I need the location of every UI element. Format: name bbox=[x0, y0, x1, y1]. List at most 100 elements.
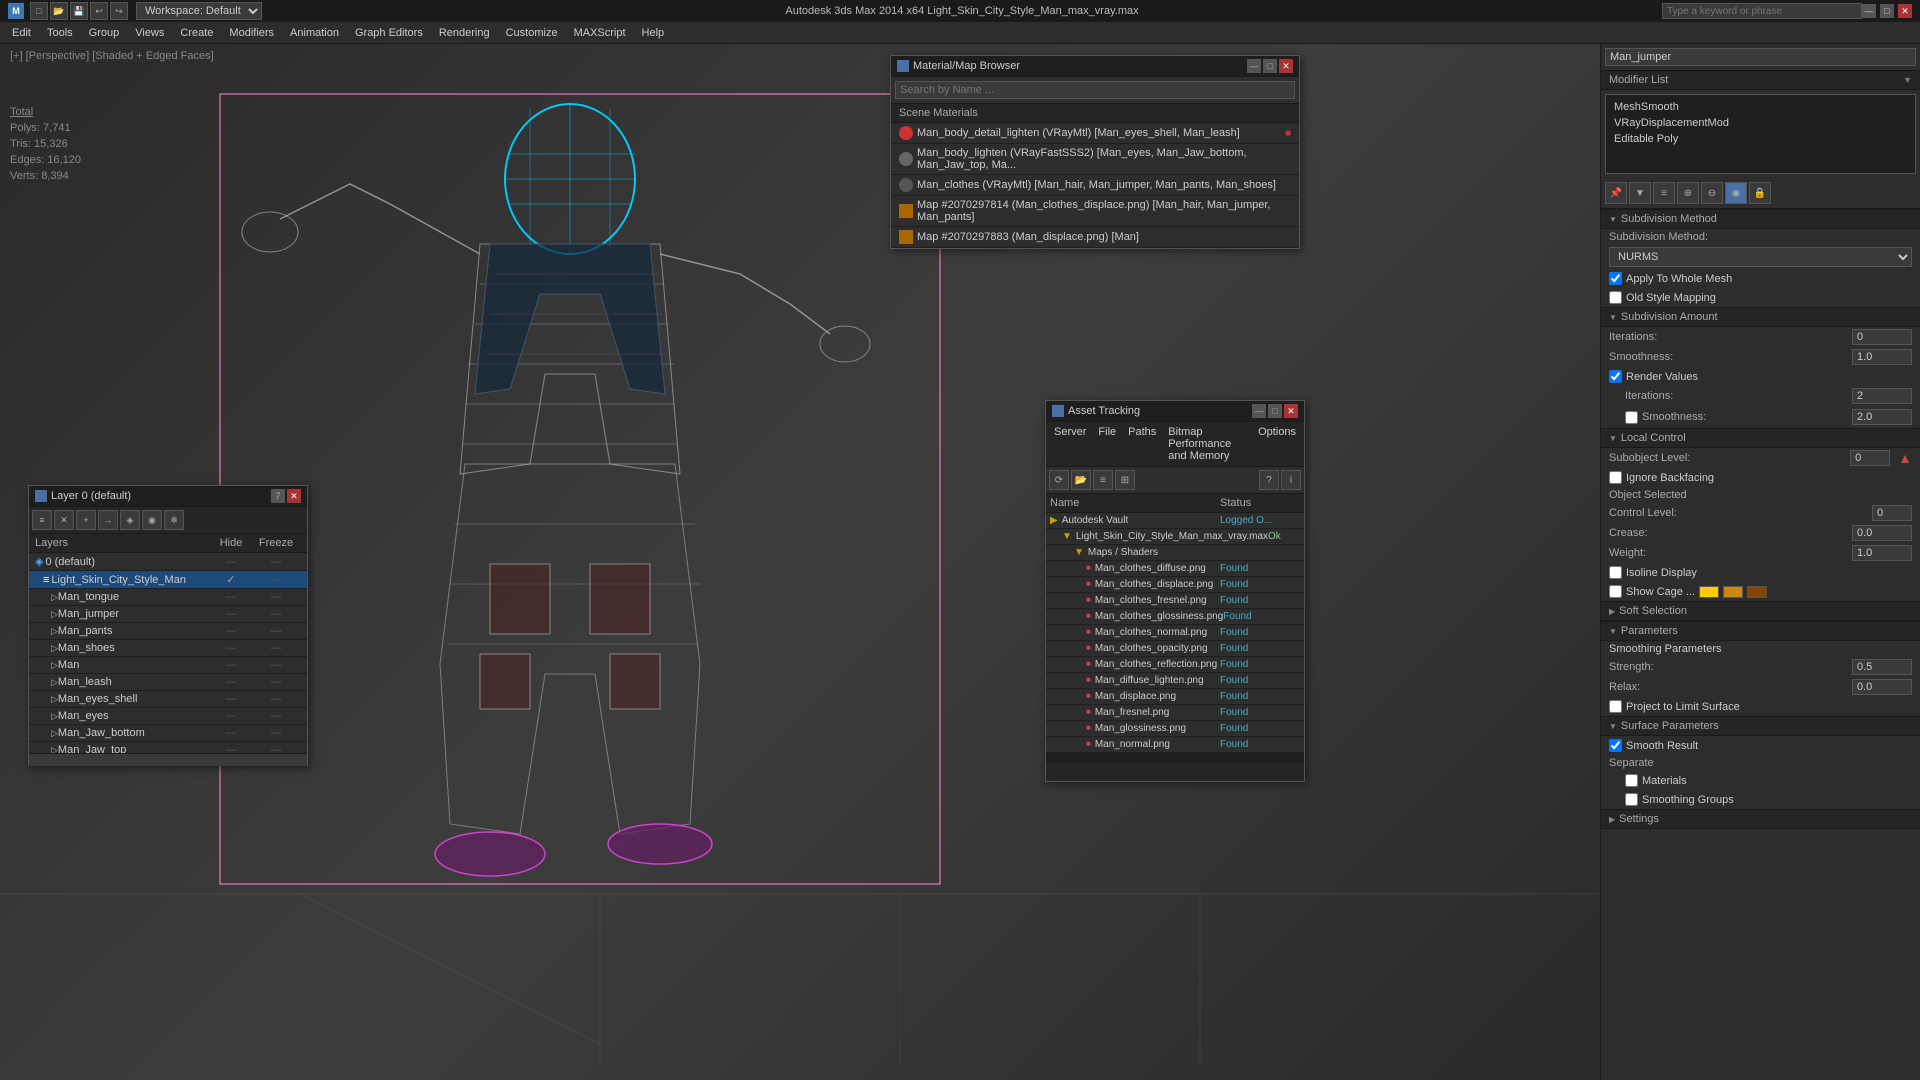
ly-row-4[interactable]: ▷ Man_pants — — bbox=[29, 623, 307, 640]
at-row-img-0[interactable]: ■ Man_clothes_diffuse.png Found bbox=[1046, 561, 1304, 577]
isoline-display-checkbox[interactable] bbox=[1609, 566, 1622, 579]
layers-close[interactable]: ✕ bbox=[287, 489, 301, 503]
ignore-backfacing-checkbox[interactable] bbox=[1609, 471, 1622, 484]
smoothing-groups-checkbox[interactable] bbox=[1625, 793, 1638, 806]
project-limit-checkbox[interactable] bbox=[1609, 700, 1622, 713]
at-row-img-3[interactable]: ■ Man_clothes_glossiness.png Found bbox=[1046, 609, 1304, 625]
modifier-editable-poly[interactable]: Editable Poly bbox=[1610, 131, 1911, 147]
menu-modifiers[interactable]: Modifiers bbox=[221, 25, 282, 41]
menu-views[interactable]: Views bbox=[127, 25, 172, 41]
menu-animation[interactable]: Animation bbox=[282, 25, 347, 41]
ly-row-5[interactable]: ▷ Man_shoes — — bbox=[29, 640, 307, 657]
ly-btn-delete[interactable]: ✕ bbox=[54, 510, 74, 530]
ly-row-11[interactable]: ▷ Man_Jaw_top — — bbox=[29, 742, 307, 753]
ly-btn-select[interactable]: ◈ bbox=[120, 510, 140, 530]
at-row-maxfile[interactable]: ▼ Light_Skin_City_Style_Man_max_vray.max… bbox=[1046, 529, 1304, 545]
menu-tools[interactable]: Tools bbox=[39, 25, 81, 41]
ly-btn-move[interactable]: → bbox=[98, 510, 118, 530]
menu-edit[interactable]: Edit bbox=[4, 25, 39, 41]
mat-item-2[interactable]: Man_clothes (VRayMtl) [Man_hair, Man_jum… bbox=[891, 175, 1299, 196]
at-row-img-9[interactable]: ■ Man_fresnel.png Found bbox=[1046, 705, 1304, 721]
relax-input[interactable] bbox=[1852, 679, 1912, 695]
at-row-vault[interactable]: ▶ Autodesk Vault Logged O... bbox=[1046, 513, 1304, 529]
maximize-btn[interactable]: □ bbox=[1880, 4, 1894, 18]
close-btn[interactable]: ✕ bbox=[1898, 4, 1912, 18]
ly-btn-highlight[interactable]: ◉ bbox=[142, 510, 162, 530]
menu-maxscript[interactable]: MAXScript bbox=[566, 25, 634, 41]
ly-btn-add[interactable]: ≡ bbox=[32, 510, 52, 530]
at-menu-server[interactable]: Server bbox=[1050, 424, 1090, 464]
materials-checkbox[interactable] bbox=[1625, 774, 1638, 787]
at-row-img-5[interactable]: ■ Man_clothes_opacity.png Found bbox=[1046, 641, 1304, 657]
expand-btn[interactable]: ⊕ bbox=[1677, 182, 1699, 204]
funnel-btn[interactable]: ▼ bbox=[1629, 182, 1651, 204]
menu-graph-editors[interactable]: Graph Editors bbox=[347, 25, 431, 41]
at-row-img-11[interactable]: ■ Man_normal.png Found bbox=[1046, 737, 1304, 753]
mat-browser-maximize[interactable]: □ bbox=[1263, 59, 1277, 73]
smoothness-input[interactable] bbox=[1852, 349, 1912, 365]
workspace-dropdown[interactable]: Workspace: Default bbox=[136, 2, 262, 20]
at-row-img-6[interactable]: ■ Man_clothes_reflection.png Found bbox=[1046, 657, 1304, 673]
collapse-btn[interactable]: ⊖ bbox=[1701, 182, 1723, 204]
menu-help[interactable]: Help bbox=[634, 25, 673, 41]
open-btn[interactable]: 📂 bbox=[50, 2, 68, 20]
render-smoothness-input[interactable] bbox=[1852, 409, 1912, 425]
mat-item-3[interactable]: Map #2070297814 (Man_clothes_displace.pn… bbox=[891, 196, 1299, 227]
ly-row-1[interactable]: ≡ Light_Skin_City_Style_Man ✓ — bbox=[29, 571, 307, 589]
at-btn-2[interactable]: 📂 bbox=[1071, 470, 1091, 490]
smooth-result-checkbox[interactable] bbox=[1609, 739, 1622, 752]
show-all-btn[interactable]: ◉ bbox=[1725, 182, 1747, 204]
at-row-img-7[interactable]: ■ Man_diffuse_lighten.png Found bbox=[1046, 673, 1304, 689]
mat-item-0[interactable]: Man_body_detail_lighten (VRayMtl) [Man_e… bbox=[891, 123, 1299, 144]
subobject-up-btn[interactable]: ▲ bbox=[1898, 450, 1912, 466]
at-menu-options[interactable]: Options bbox=[1254, 424, 1300, 464]
ly-btn-new[interactable]: + bbox=[76, 510, 96, 530]
render-iterations-input[interactable] bbox=[1852, 388, 1912, 404]
undo-btn[interactable]: ↩ bbox=[90, 2, 108, 20]
weight-input[interactable] bbox=[1852, 545, 1912, 561]
obj-name-input[interactable] bbox=[1605, 48, 1916, 66]
menu-rendering[interactable]: Rendering bbox=[431, 25, 498, 41]
asset-tracking-close[interactable]: ✕ bbox=[1284, 404, 1298, 418]
at-row-img-1[interactable]: ■ Man_clothes_displace.png Found bbox=[1046, 577, 1304, 593]
redo-btn[interactable]: ↪ bbox=[110, 2, 128, 20]
search-input[interactable] bbox=[1662, 3, 1862, 19]
mat-browser-close[interactable]: ✕ bbox=[1279, 59, 1293, 73]
lock-btn[interactable]: 🔒 bbox=[1749, 182, 1771, 204]
minimize-btn[interactable]: — bbox=[1862, 4, 1876, 18]
asset-tracking-maximize[interactable]: □ bbox=[1268, 404, 1282, 418]
at-btn-help[interactable]: ? bbox=[1259, 470, 1279, 490]
pin-btn[interactable]: 📌 bbox=[1605, 182, 1627, 204]
ly-row-3[interactable]: ▷ Man_jumper — — bbox=[29, 606, 307, 623]
at-menu-file[interactable]: File bbox=[1094, 424, 1120, 464]
modifier-vray-displace[interactable]: VRayDisplacementMod bbox=[1610, 115, 1911, 131]
at-menu-paths[interactable]: Paths bbox=[1124, 424, 1160, 464]
cage-color-3[interactable] bbox=[1747, 586, 1767, 598]
mat-item-1[interactable]: Man_body_lighten (VRayFastSSS2) [Man_eye… bbox=[891, 144, 1299, 175]
at-btn-info[interactable]: i bbox=[1281, 470, 1301, 490]
render-values-checkbox[interactable] bbox=[1609, 370, 1622, 383]
modifier-meshsmooth[interactable]: MeshSmooth bbox=[1610, 99, 1911, 115]
cage-color-1[interactable] bbox=[1699, 586, 1719, 598]
at-btn-3[interactable]: ≡ bbox=[1093, 470, 1113, 490]
menu-customize[interactable]: Customize bbox=[498, 25, 566, 41]
mat-browser-minimize[interactable]: — bbox=[1247, 59, 1261, 73]
subobject-level-input[interactable] bbox=[1850, 450, 1890, 466]
at-row-img-8[interactable]: ■ Man_displace.png Found bbox=[1046, 689, 1304, 705]
list-btn[interactable]: ≡ bbox=[1653, 182, 1675, 204]
mat-item-4[interactable]: Map #2070297883 (Man_displace.png) [Man] bbox=[891, 227, 1299, 248]
at-row-img-4[interactable]: ■ Man_clothes_normal.png Found bbox=[1046, 625, 1304, 641]
iterations-input[interactable] bbox=[1852, 329, 1912, 345]
ly-row-10[interactable]: ▷ Man_Jaw_bottom — — bbox=[29, 725, 307, 742]
save-btn[interactable]: 💾 bbox=[70, 2, 88, 20]
ly-row-8[interactable]: ▷ Man_eyes_shell — — bbox=[29, 691, 307, 708]
crease-input[interactable] bbox=[1852, 525, 1912, 541]
menu-group[interactable]: Group bbox=[81, 25, 128, 41]
new-btn[interactable]: □ bbox=[30, 2, 48, 20]
ly-btn-freeze[interactable]: ❄ bbox=[164, 510, 184, 530]
at-btn-1[interactable]: ⟳ bbox=[1049, 470, 1069, 490]
old-style-mapping-checkbox[interactable] bbox=[1609, 291, 1622, 304]
subdivision-method-dropdown[interactable]: NURMS bbox=[1609, 247, 1912, 267]
at-menu-bitmap[interactable]: Bitmap Performance and Memory bbox=[1164, 424, 1250, 464]
render-smoothness-check[interactable] bbox=[1625, 411, 1638, 424]
